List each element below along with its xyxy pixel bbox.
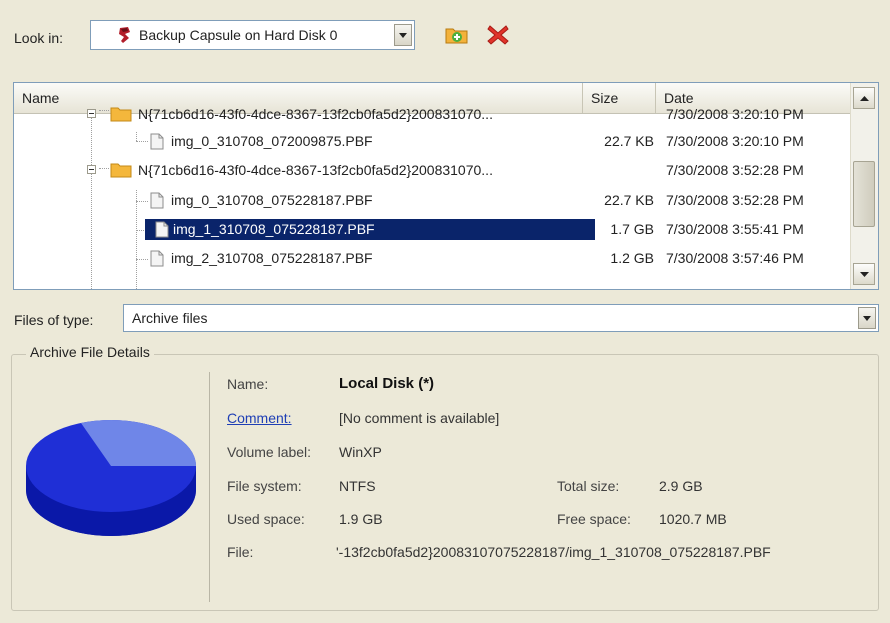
new-folder-icon[interactable] <box>444 22 470 48</box>
file-icon <box>150 192 164 209</box>
item-name: N{71cb6d16-43f0-4dce-8367-13f2cb0fa5d2}2… <box>138 162 493 178</box>
chevron-down-icon <box>859 271 869 277</box>
used-space-label: Used space: <box>227 511 305 527</box>
name-value: Local Disk (*) <box>339 375 435 392</box>
backup-capsule-icon <box>117 26 133 44</box>
collapse-toggle[interactable] <box>87 165 96 174</box>
files-of-type-label: Files of type: <box>14 312 94 328</box>
file-system-label: File system: <box>227 478 302 494</box>
item-size <box>583 100 654 129</box>
files-of-type-value: Archive files <box>132 310 208 326</box>
scroll-down-button[interactable] <box>853 263 875 285</box>
item-size: 22.7 KB <box>604 133 654 149</box>
list-item-selected[interactable]: img_1_310708_075228187.PBF 1.7 GB 7/30/2… <box>14 215 851 244</box>
total-size-label: Total size: <box>557 478 620 494</box>
file-label: File: <box>227 544 254 560</box>
file-icon <box>150 133 164 150</box>
list-item[interactable]: img_0_310708_072009875.PBF 22.7 KB 7/30/… <box>14 127 851 156</box>
list-item[interactable]: N{71cb6d16-43f0-4dce-8367-13f2cb0fa5d2}2… <box>14 100 851 129</box>
item-date: 7/30/2008 3:20:10 PM <box>666 133 804 149</box>
list-item[interactable]: N{71cb6d16-43f0-4dce-8367-13f2cb0fa5d2}2… <box>14 156 851 185</box>
item-name: img_0_310708_072009875.PBF <box>171 133 373 149</box>
item-size: 1.7 GB <box>610 221 654 237</box>
files-of-type-dropdown-button[interactable] <box>858 307 876 329</box>
look-in-dropdown-button[interactable] <box>394 24 412 46</box>
file-system-value: NTFS <box>339 478 376 494</box>
delete-icon[interactable] <box>485 22 511 48</box>
list-item[interactable]: img_0_310708_075228187.PBF 22.7 KB 7/30/… <box>14 186 851 215</box>
scroll-up-button[interactable] <box>853 87 875 109</box>
item-size: 1.2 GB <box>610 250 654 266</box>
folder-icon <box>110 106 132 122</box>
item-size <box>583 156 654 185</box>
chevron-up-icon <box>859 95 869 101</box>
item-size: 22.7 KB <box>604 192 654 208</box>
file-icon <box>155 221 169 238</box>
details-divider <box>209 372 210 602</box>
files-of-type-combo[interactable]: Archive files <box>123 304 879 332</box>
item-name-text: img_1_310708_075228187.PBF <box>173 221 375 237</box>
item-date: 7/30/2008 3:52:28 PM <box>666 192 804 208</box>
item-date: 7/30/2008 3:52:28 PM <box>666 162 804 178</box>
file-icon <box>150 250 164 267</box>
look-in-combo[interactable]: Backup Capsule on Hard Disk 0 <box>90 20 415 50</box>
item-date: 7/30/2008 3:57:46 PM <box>666 250 804 266</box>
archive-details-title: Archive File Details <box>26 344 154 360</box>
free-space-value: 1020.7 MB <box>659 511 727 527</box>
item-name: N{71cb6d16-43f0-4dce-8367-13f2cb0fa5d2}2… <box>138 106 493 122</box>
look-in-label: Look in: <box>14 30 64 46</box>
list-rows: N{71cb6d16-43f0-4dce-8367-13f2cb0fa5d2}2… <box>14 106 851 289</box>
file-path-value: '-13f2cb0fa5d2}20083107075228187/img_1_3… <box>336 544 771 560</box>
volume-label-value: WinXP <box>339 444 382 460</box>
total-size-value: 2.9 GB <box>659 478 703 494</box>
scrollbar-thumb[interactable] <box>853 161 875 227</box>
vertical-scrollbar[interactable] <box>850 83 878 289</box>
name-label: Name: <box>227 376 269 392</box>
comment-value: [No comment is available] <box>339 410 500 426</box>
item-date: 7/30/2008 3:55:41 PM <box>666 221 804 237</box>
item-date: 7/30/2008 3:20:10 PM <box>666 106 804 122</box>
used-space-value: 1.9 GB <box>339 511 383 527</box>
item-name: img_1_310708_075228187.PBF <box>145 219 595 240</box>
chevron-down-icon <box>399 32 407 38</box>
file-list-view[interactable]: Name Size Date N{71cb6d16-43f0-4dce-8367… <box>13 82 879 290</box>
chevron-down-icon <box>863 315 871 321</box>
folder-icon <box>110 162 132 178</box>
look-in-value: Backup Capsule on Hard Disk 0 <box>139 27 338 43</box>
collapse-toggle[interactable] <box>87 109 96 118</box>
volume-label-label: Volume label: <box>227 444 312 460</box>
list-item[interactable]: img_2_310708_075228187.PBF 1.2 GB 7/30/2… <box>14 244 851 273</box>
item-name: img_2_310708_075228187.PBF <box>171 250 373 266</box>
disk-usage-pie-icon <box>26 420 196 536</box>
item-name: img_0_310708_075228187.PBF <box>171 192 373 208</box>
comment-link[interactable]: Comment: <box>227 410 292 426</box>
free-space-label: Free space: <box>557 511 631 527</box>
